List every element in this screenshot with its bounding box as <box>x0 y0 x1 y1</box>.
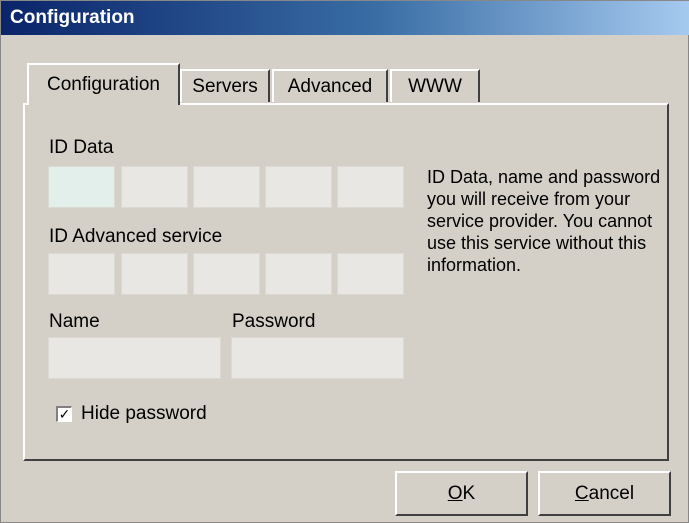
id-advanced-service-label: ID Advanced service <box>49 226 223 247</box>
id-data-field-5[interactable] <box>337 166 404 208</box>
cancel-label-rest: ancel <box>588 483 635 504</box>
ok-label-rest: K <box>462 483 476 504</box>
tab-label: Configuration <box>46 74 161 95</box>
id-advanced-field-1[interactable] <box>48 253 115 295</box>
hide-password-label[interactable]: Hide password <box>81 403 207 425</box>
tab-label: Servers <box>192 76 258 97</box>
window-title: Configuration <box>10 7 135 28</box>
tab-label: WWW <box>408 76 462 97</box>
cancel-button[interactable]: Cancel <box>538 471 671 516</box>
id-advanced-field-3[interactable] <box>193 253 260 295</box>
check-mark-icon: ✓ <box>58 406 71 422</box>
ok-button[interactable]: OK <box>395 471 528 516</box>
password-field[interactable] <box>231 337 404 379</box>
name-label: Name <box>49 311 100 332</box>
name-field[interactable] <box>48 337 221 379</box>
id-data-field-3[interactable] <box>193 166 260 208</box>
id-advanced-field-4[interactable] <box>265 253 332 295</box>
id-advanced-field-5[interactable] <box>337 253 404 295</box>
tab-advanced[interactable]: Advanced <box>272 69 388 102</box>
password-label: Password <box>232 311 316 332</box>
tab-www[interactable]: WWW <box>390 69 480 102</box>
info-text: ID Data, name and password you will rece… <box>427 167 661 275</box>
id-data-field-1[interactable] <box>48 166 115 208</box>
tab-label: Advanced <box>287 76 373 97</box>
title-bar: Configuration <box>1 1 689 35</box>
cancel-mnemonic: C <box>574 483 589 504</box>
id-advanced-field-2[interactable] <box>121 253 188 295</box>
tab-configuration[interactable]: Configuration <box>27 63 180 105</box>
hide-password-checkbox[interactable]: ✓ <box>56 406 72 422</box>
tab-servers[interactable]: Servers <box>180 69 270 102</box>
ok-mnemonic: O <box>447 483 463 504</box>
id-data-label: ID Data <box>49 137 114 158</box>
id-data-field-2[interactable] <box>121 166 188 208</box>
id-data-field-4[interactable] <box>265 166 332 208</box>
configuration-dialog: Configuration Configuration Servers Adva… <box>0 0 689 523</box>
